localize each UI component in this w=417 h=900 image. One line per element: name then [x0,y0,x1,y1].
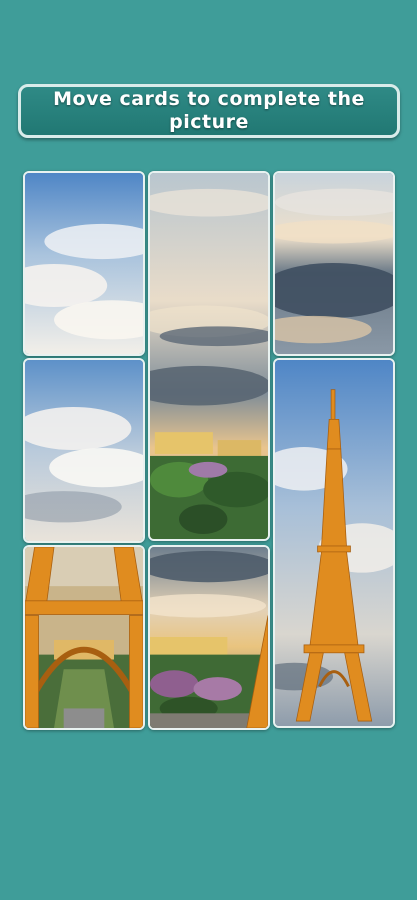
puzzle-card-sky-middle-left[interactable] [23,358,145,543]
puzzle-card-city-bottom[interactable] [148,545,270,730]
puzzle-card-sky-top-left[interactable] [23,171,145,356]
puzzle-card-tower-base[interactable] [23,545,145,730]
puzzle-card-sky-top-right[interactable] [273,171,395,356]
instruction-text: Move cards to complete the picture [53,88,365,133]
puzzle-card-sky-middle-tall[interactable] [148,171,270,541]
instruction-banner: Move cards to complete the picture [18,84,400,138]
puzzle-card-eiffel-tower-tall[interactable] [273,358,395,728]
